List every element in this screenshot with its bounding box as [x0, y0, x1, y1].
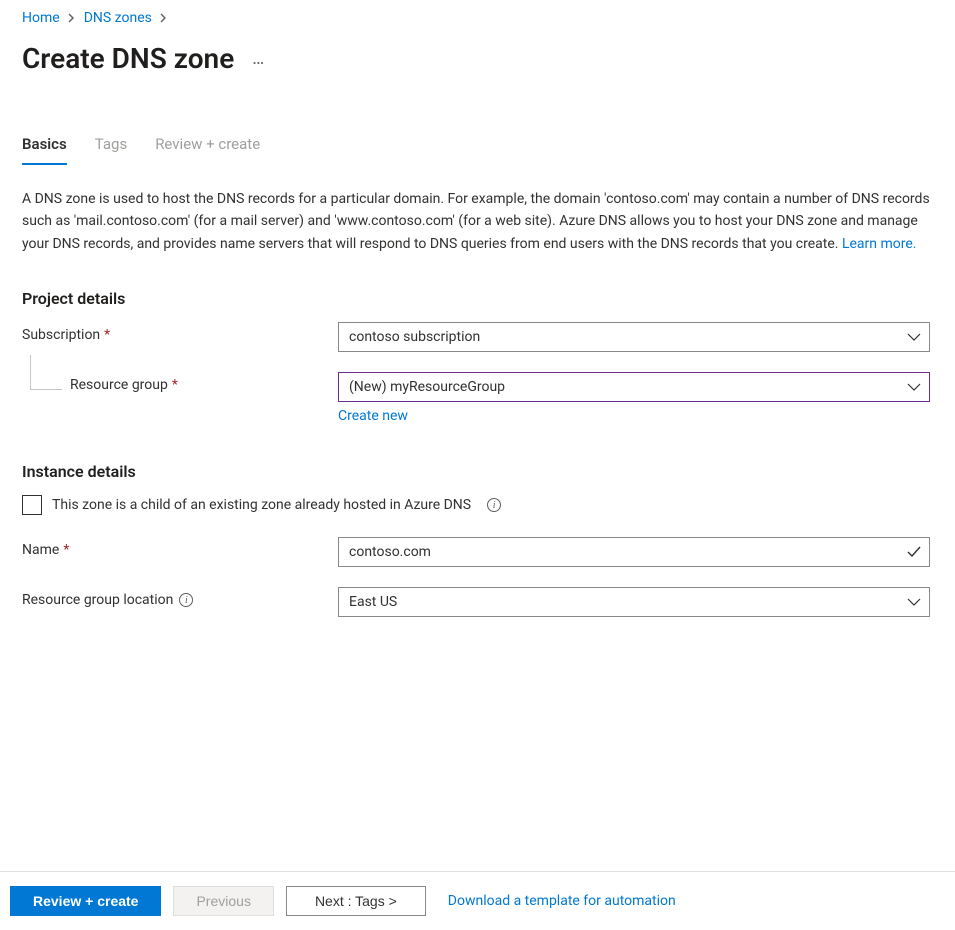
description-body: A DNS zone is used to host the DNS recor… [22, 191, 930, 252]
info-icon[interactable]: i [487, 498, 501, 512]
breadcrumb-home[interactable]: Home [22, 10, 60, 26]
name-value: contoso.com [349, 544, 431, 560]
rg-location-value: East US [349, 594, 397, 610]
rg-location-select[interactable]: East US [338, 587, 930, 617]
name-label: Name* [22, 537, 338, 558]
create-new-link[interactable]: Create new [338, 408, 408, 424]
child-zone-checkbox[interactable] [22, 495, 42, 515]
required-indicator: * [63, 542, 69, 558]
checkmark-icon [907, 546, 921, 558]
name-input[interactable]: contoso.com [338, 537, 930, 567]
tab-review-create[interactable]: Review + create [155, 135, 260, 165]
resource-group-select[interactable]: (New) myResourceGroup [338, 372, 930, 402]
tab-basics[interactable]: Basics [22, 135, 67, 165]
breadcrumb: Home DNS zones [22, 8, 933, 28]
previous-button: Previous [173, 886, 273, 916]
description-text: A DNS zone is used to host the DNS recor… [22, 188, 932, 255]
tab-tags[interactable]: Tags [95, 135, 127, 165]
next-button[interactable]: Next : Tags > [286, 886, 426, 916]
child-zone-label: This zone is a child of an existing zone… [52, 497, 471, 513]
resource-group-label: Resource group [70, 377, 168, 393]
section-project-details: Project details [22, 289, 933, 308]
page-title: Create DNS zone [22, 42, 234, 75]
chevron-down-icon [907, 382, 921, 392]
chevron-down-icon [907, 332, 921, 342]
chevron-right-icon [68, 13, 76, 23]
breadcrumb-dns-zones[interactable]: DNS zones [84, 10, 152, 26]
chevron-right-icon [160, 13, 168, 23]
tabs: Basics Tags Review + create [22, 135, 933, 166]
learn-more-link[interactable]: Learn more. [842, 236, 917, 252]
tree-connector-icon [22, 377, 70, 393]
subscription-select[interactable]: contoso subscription [338, 322, 930, 352]
section-instance-details: Instance details [22, 462, 933, 481]
download-template-link[interactable]: Download a template for automation [448, 893, 676, 909]
review-create-button[interactable]: Review + create [10, 886, 161, 916]
required-indicator: * [172, 377, 178, 393]
footer-bar: Review + create Previous Next : Tags > D… [0, 871, 955, 930]
chevron-down-icon [907, 597, 921, 607]
subscription-label: Subscription* [22, 322, 338, 343]
subscription-value: contoso subscription [349, 329, 480, 345]
more-actions-icon[interactable]: … [252, 48, 266, 69]
info-icon[interactable]: i [179, 593, 193, 607]
resource-group-value: (New) myResourceGroup [349, 379, 505, 395]
rg-location-label: Resource group location i [22, 587, 338, 608]
required-indicator: * [104, 327, 110, 343]
